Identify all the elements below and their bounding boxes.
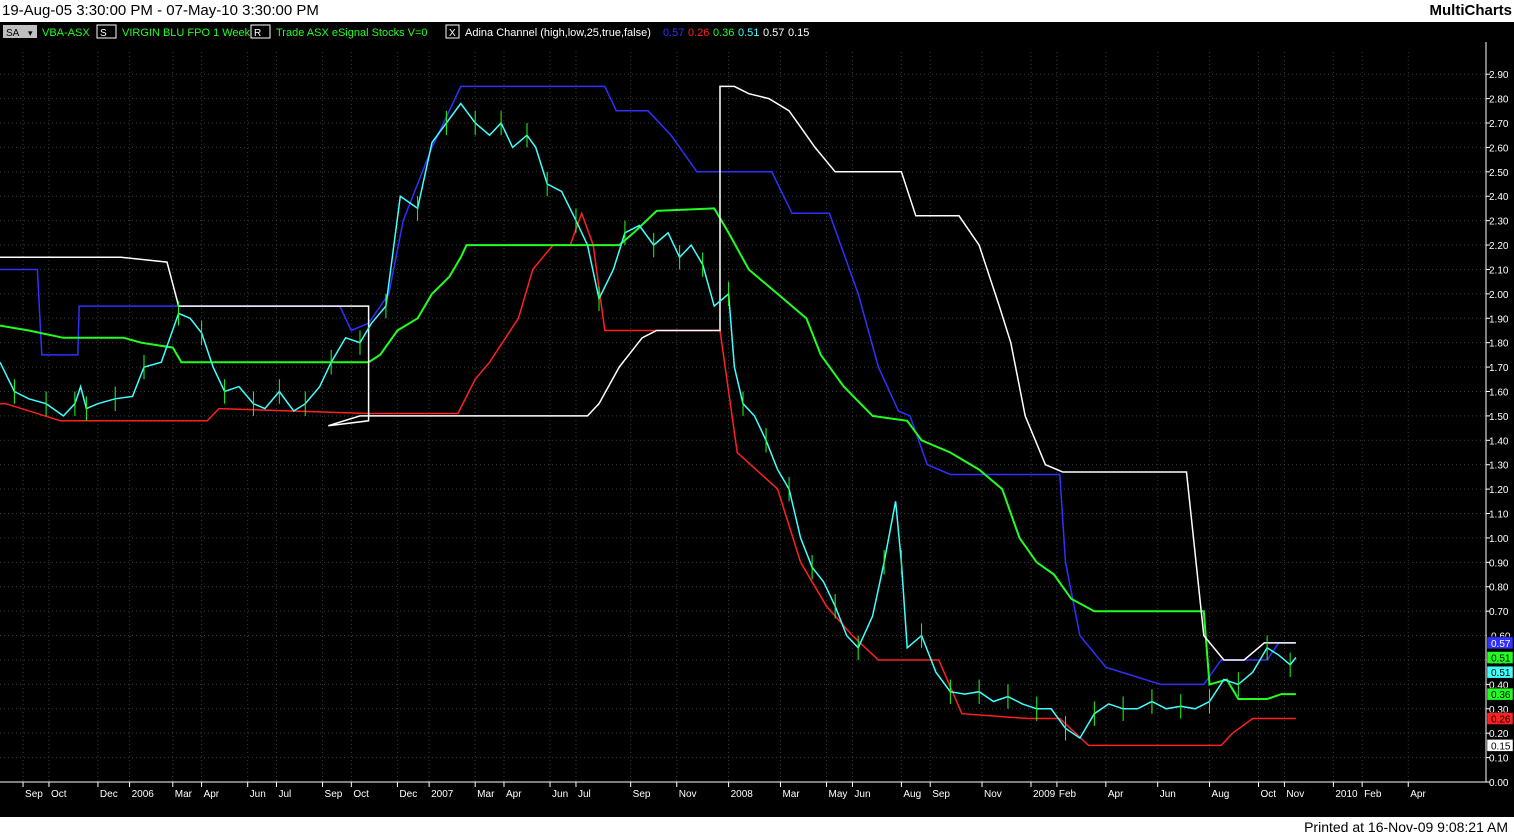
date-range: 19-Aug-05 3:30:00 PM - 07-May-10 3:30:00…	[2, 2, 319, 19]
y-tick-label: 0.70	[1489, 607, 1509, 618]
x-tick-label: Sep	[932, 789, 950, 800]
close-icon: X	[449, 28, 456, 39]
printed-timestamp: Printed at 16-Nov-09 9:08:21 AM	[1304, 819, 1508, 835]
x-tick-label: May	[829, 789, 848, 800]
y-tick-label: 1.70	[1489, 363, 1509, 374]
x-tick-label: Dec	[100, 789, 118, 800]
y-tick-label: 1.90	[1489, 314, 1509, 325]
x-tick-label: Apr	[506, 789, 522, 800]
x-tick-label: Sep	[325, 789, 343, 800]
y-tick-label: 1.20	[1489, 485, 1509, 496]
chevron-down-icon[interactable]: ▾	[28, 28, 33, 38]
y-tick-label: 1.00	[1489, 534, 1509, 545]
x-tick-label: Sep	[633, 789, 651, 800]
sa-button-label: SA	[6, 28, 20, 39]
x-tick-label: 2006	[132, 789, 155, 800]
description-label: VIRGIN BLU FPO 1 Week	[122, 27, 251, 39]
price-label-text: 0.51	[1491, 668, 1511, 679]
price-label-text: 0.57	[1491, 639, 1511, 650]
x-tick-label: Apr	[1108, 789, 1124, 800]
y-tick-label: 2.20	[1489, 241, 1509, 252]
y-tick-label: 2.70	[1489, 119, 1509, 130]
x-tick-label: Nov	[1286, 789, 1304, 800]
y-tick-label: 2.00	[1489, 290, 1509, 301]
y-tick-label: 1.40	[1489, 436, 1509, 447]
indicator-value: 0.36	[713, 27, 734, 39]
chart-area[interactable]: SA ▾ VBA-ASX S VIRGIN BLU FPO 1 Week R T…	[0, 22, 1514, 817]
price-chart[interactable]: SA ▾ VBA-ASX S VIRGIN BLU FPO 1 Week R T…	[0, 22, 1514, 817]
y-tick-label: 1.10	[1489, 510, 1509, 521]
x-tick-label: Nov	[679, 789, 697, 800]
title-bar: 19-Aug-05 3:30:00 PM - 07-May-10 3:30:00…	[0, 0, 1514, 22]
y-tick-label: 1.50	[1489, 412, 1509, 423]
y-tick-label: 2.50	[1489, 168, 1509, 179]
price-label-text: 0.51	[1491, 654, 1511, 665]
x-tick-label: Jul	[578, 789, 591, 800]
y-tick-label: 0.20	[1489, 729, 1509, 740]
x-tick-label: Jul	[278, 789, 291, 800]
x-tick-label: Oct	[1260, 789, 1276, 800]
y-tick-label: 2.60	[1489, 143, 1509, 154]
indicator-value: 0.15	[788, 27, 809, 39]
x-tick-label: Oct	[51, 789, 67, 800]
x-tick-label: Jun	[1160, 789, 1176, 800]
price-label-text: 0.36	[1491, 690, 1511, 701]
x-tick-label: Jun	[552, 789, 568, 800]
footer: Printed at 16-Nov-09 9:08:21 AM	[0, 817, 1514, 837]
x-tick-label: Dec	[399, 789, 417, 800]
y-tick-label: 1.30	[1489, 461, 1509, 472]
x-tick-label: Jun	[854, 789, 870, 800]
chart-header: SA ▾ VBA-ASX S VIRGIN BLU FPO 1 Week R T…	[3, 24, 809, 39]
source-label: Trade ASX eSignal Stocks V=0	[276, 27, 428, 39]
x-tick-label: 2009	[1033, 789, 1056, 800]
price-label-text: 0.15	[1491, 741, 1511, 752]
y-tick-label: 2.90	[1489, 70, 1509, 81]
y-tick-label: 0.00	[1489, 778, 1509, 789]
indicator-label: Adina Channel (high,low,25,true,false)	[465, 27, 651, 39]
y-tick-label: 0.10	[1489, 754, 1509, 765]
x-tick-label: Apr	[204, 789, 220, 800]
indicator-value: 0.26	[688, 27, 709, 39]
x-tick-label: Aug	[903, 789, 921, 800]
r-button-label: R	[254, 28, 261, 39]
x-tick-label: Aug	[1212, 789, 1230, 800]
price-label-text: 0.26	[1491, 715, 1511, 726]
x-tick-label: Jun	[250, 789, 266, 800]
indicator-value: 0.51	[738, 27, 759, 39]
y-tick-label: 1.60	[1489, 387, 1509, 398]
y-tick-label: 2.40	[1489, 192, 1509, 203]
x-tick-label: Feb	[1059, 789, 1077, 800]
y-tick-label: 2.80	[1489, 95, 1509, 106]
brand-label: MultiCharts	[1429, 2, 1513, 19]
x-tick-label: Apr	[1410, 789, 1426, 800]
indicator-value: 0.57	[663, 27, 684, 39]
x-tick-label: Mar	[175, 789, 193, 800]
x-tick-label: Mar	[782, 789, 800, 800]
x-tick-label: 2008	[731, 789, 754, 800]
s-button-label: S	[100, 28, 107, 39]
y-tick-label: 0.80	[1489, 583, 1509, 594]
x-tick-label: 2007	[431, 789, 454, 800]
y-tick-label: 1.80	[1489, 339, 1509, 350]
x-tick-label: 2010	[1335, 789, 1358, 800]
x-tick-label: Mar	[477, 789, 495, 800]
y-tick-label: 2.30	[1489, 217, 1509, 228]
y-tick-label: 0.90	[1489, 558, 1509, 569]
x-tick-label: Feb	[1364, 789, 1382, 800]
y-tick-label: 2.10	[1489, 265, 1509, 276]
x-tick-label: Sep	[25, 789, 43, 800]
indicator-value: 0.57	[763, 27, 784, 39]
x-tick-label: Nov	[984, 789, 1002, 800]
symbol-label: VBA-ASX	[42, 27, 90, 39]
x-tick-label: Oct	[353, 789, 369, 800]
